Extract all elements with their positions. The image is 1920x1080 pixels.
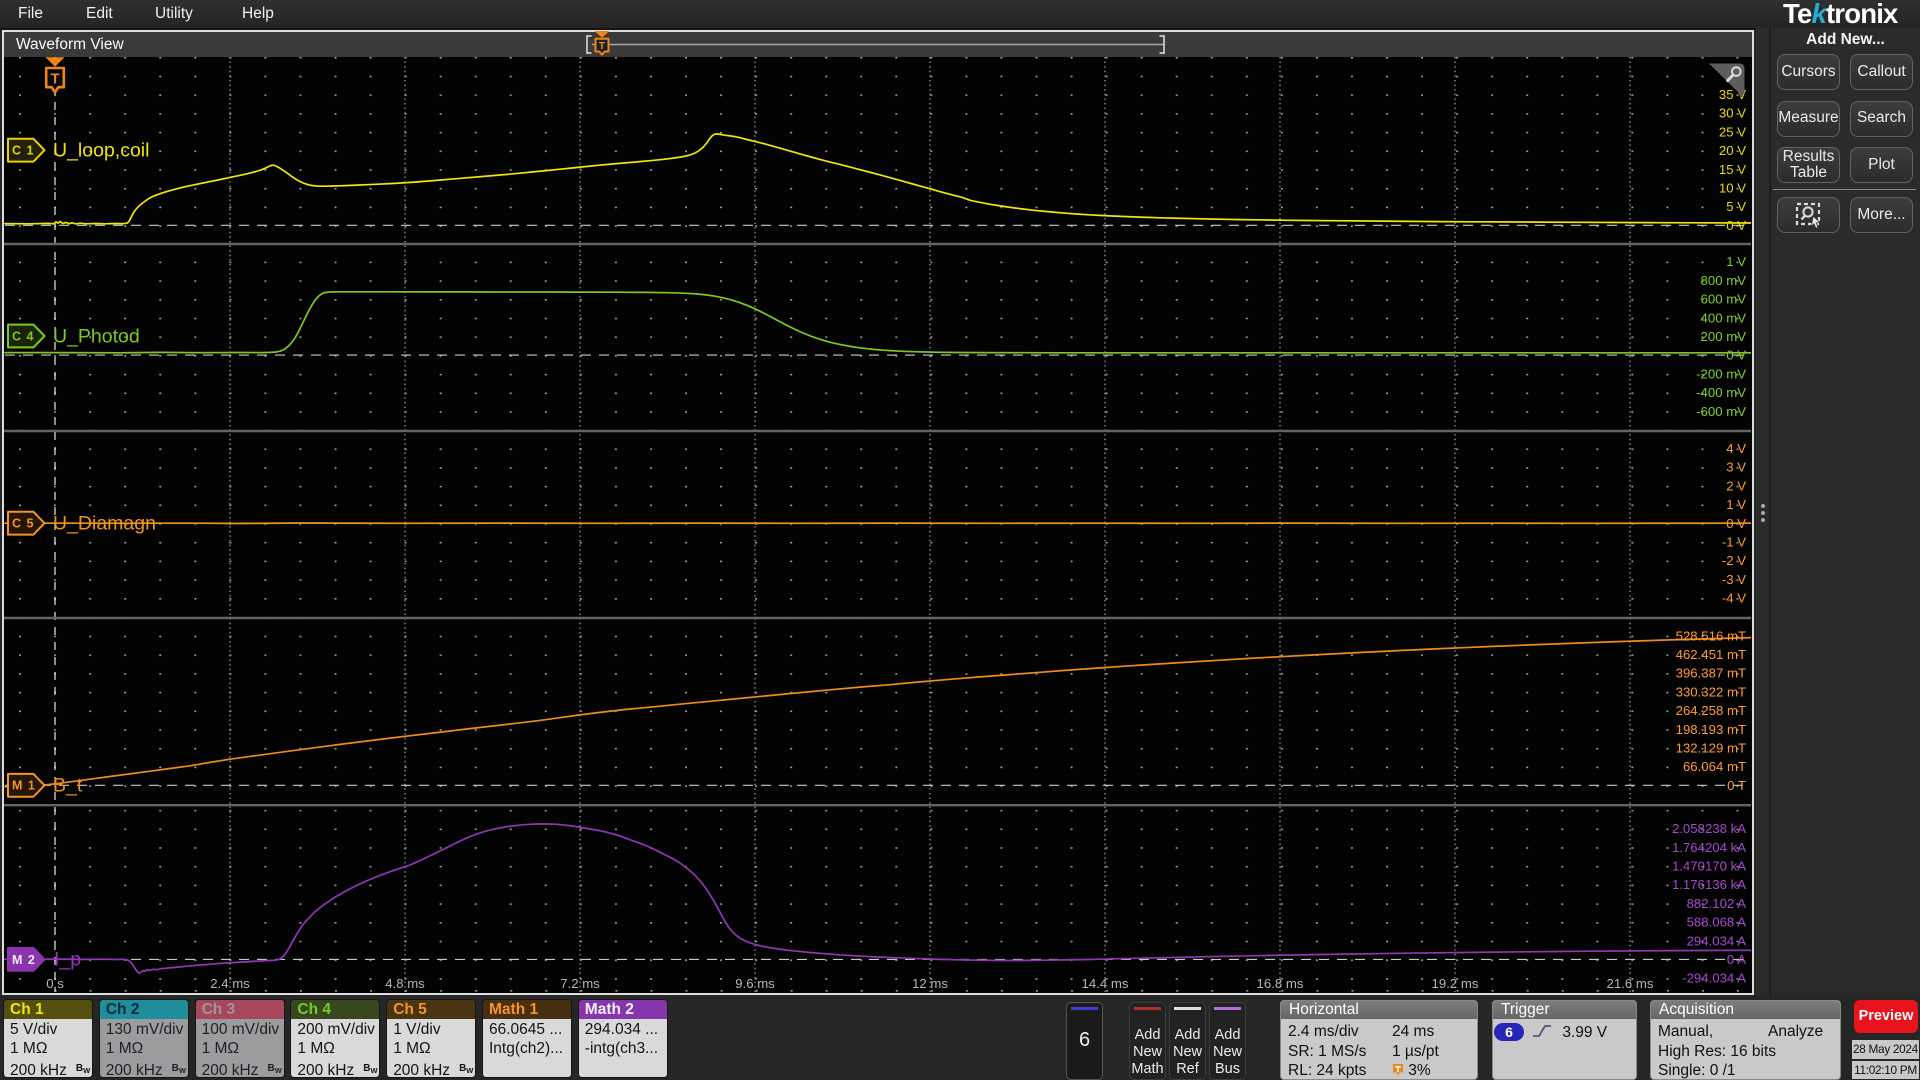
svg-text:-1 V: -1 V (1722, 535, 1746, 550)
svg-text:25 V: 25 V (1719, 124, 1746, 139)
svg-text:2 V: 2 V (1726, 478, 1746, 493)
svg-text:T: T (51, 72, 60, 88)
svg-text:-600 mV: -600 mV (1696, 404, 1746, 419)
svg-text:-2 V: -2 V (1722, 553, 1746, 568)
svg-text:1.764204 kA: 1.764204 kA (1672, 840, 1746, 855)
svg-text:462.451 mT: 462.451 mT (1676, 647, 1746, 662)
svg-text:294.034 A: 294.034 A (1687, 933, 1747, 948)
svg-text:0 T: 0 T (1727, 778, 1746, 793)
svg-text:882.102 A: 882.102 A (1687, 896, 1747, 911)
svg-text:2.4 ms: 2.4 ms (210, 976, 250, 991)
svg-text:U_loop,coil: U_loop,coil (53, 140, 149, 162)
svg-text:B_t: B_t (53, 775, 83, 797)
svg-text:10 V: 10 V (1719, 181, 1746, 196)
svg-text:400 mV: 400 mV (1701, 310, 1747, 325)
svg-text:15 V: 15 V (1719, 162, 1746, 177)
svg-text:1.176136 kA: 1.176136 kA (1672, 877, 1746, 892)
svg-text:9.6 ms: 9.6 ms (735, 976, 775, 991)
svg-text:I_p: I_p (54, 949, 81, 971)
svg-text:M 1: M 1 (12, 779, 36, 793)
svg-text:12 ms: 12 ms (912, 976, 948, 991)
svg-text:4 V: 4 V (1726, 441, 1746, 456)
svg-text:-4 V: -4 V (1722, 591, 1746, 606)
svg-text:14.4 ms: 14.4 ms (1082, 976, 1129, 991)
svg-text:0 A: 0 A (1727, 952, 1746, 967)
svg-text:21.6 ms: 21.6 ms (1607, 976, 1654, 991)
svg-text:-294.034 A: -294.034 A (1682, 971, 1746, 986)
svg-text:5 V: 5 V (1726, 199, 1746, 214)
svg-text:0 s: 0 s (46, 976, 64, 991)
svg-text:330.322 mT: 330.322 mT (1676, 684, 1746, 699)
svg-text:66.064 mT: 66.064 mT (1683, 759, 1746, 774)
svg-text:T: T (599, 40, 606, 52)
svg-text:1.470170 kA: 1.470170 kA (1672, 859, 1746, 874)
svg-text:528.516 mT: 528.516 mT (1676, 628, 1746, 643)
svg-text:396.387 mT: 396.387 mT (1676, 666, 1746, 681)
svg-text:-400 mV: -400 mV (1696, 385, 1746, 400)
svg-text:264.258 mT: 264.258 mT (1676, 703, 1746, 718)
svg-text:4.8 ms: 4.8 ms (385, 976, 425, 991)
svg-text:M 2: M 2 (12, 953, 36, 967)
svg-text:30 V: 30 V (1719, 106, 1746, 121)
svg-text:0 V: 0 V (1726, 348, 1746, 363)
svg-text:19.2 ms: 19.2 ms (1432, 976, 1479, 991)
svg-text:198.193 mT: 198.193 mT (1676, 722, 1746, 737)
svg-text:2.058238 kA: 2.058238 kA (1672, 821, 1746, 836)
svg-text:U_Diamagn: U_Diamagn (53, 513, 156, 535)
svg-text:16.8 ms: 16.8 ms (1257, 976, 1304, 991)
svg-text:600 mV: 600 mV (1701, 292, 1747, 307)
svg-text:588.068 A: 588.068 A (1687, 915, 1747, 930)
svg-text:0 V: 0 V (1726, 218, 1746, 233)
svg-text:1 V: 1 V (1726, 497, 1746, 512)
svg-text:-200 mV: -200 mV (1696, 366, 1746, 381)
svg-text:132.129 mT: 132.129 mT (1676, 741, 1746, 756)
svg-text:7.2 ms: 7.2 ms (560, 976, 600, 991)
svg-text:0 V: 0 V (1726, 516, 1746, 531)
svg-text:C 1: C 1 (12, 144, 34, 158)
svg-text:-3 V: -3 V (1722, 572, 1746, 587)
svg-text:200 mV: 200 mV (1701, 329, 1747, 344)
svg-text:800 mV: 800 mV (1701, 273, 1747, 288)
svg-text:1 V: 1 V (1726, 254, 1746, 269)
svg-text:C 4: C 4 (12, 329, 34, 343)
svg-text:C 5: C 5 (12, 517, 34, 531)
svg-text:3 V: 3 V (1726, 460, 1746, 475)
svg-text:20 V: 20 V (1719, 143, 1746, 158)
svg-text:U_Photod: U_Photod (53, 325, 140, 347)
